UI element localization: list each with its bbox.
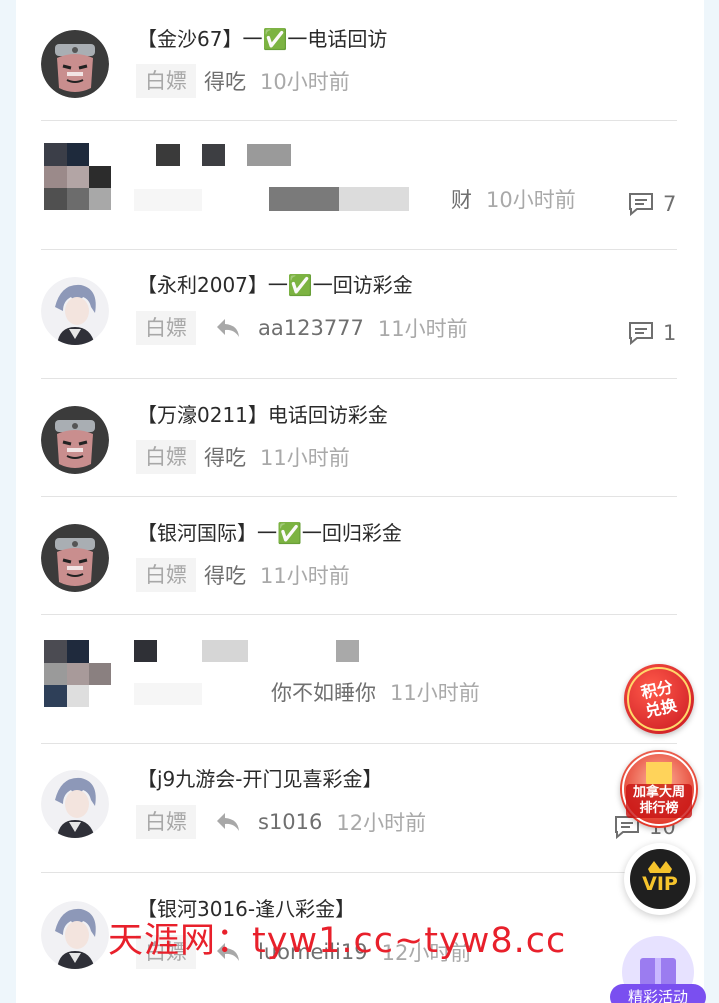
post-author[interactable]: s1016 [258, 810, 322, 834]
post-meta: 白嫖 得吃 11小时前 [136, 439, 350, 475]
post-item[interactable]: 【永利2007】一✅一回访彩金 白嫖 aa123777 11小时前 1 [41, 250, 677, 379]
post-time: 11小时前 [260, 446, 350, 470]
comment-icon [629, 322, 653, 346]
pixelated-avatar[interactable] [41, 143, 113, 211]
post-author[interactable]: 得吃 [204, 66, 246, 96]
pixel-block [44, 188, 67, 210]
comment-count[interactable]: 7 [627, 191, 676, 217]
anime-avatar[interactable] [41, 277, 109, 345]
comment-count[interactable]: 1 [627, 320, 676, 346]
post-title[interactable]: 【永利2007】一✅一回访彩金 [137, 272, 413, 298]
pixel-block [67, 188, 89, 210]
event-button[interactable]: 精彩活动 [610, 936, 706, 1003]
anime-avatar[interactable] [41, 770, 109, 838]
pixel-block [44, 685, 67, 707]
post-feed: 【金沙67】一✅一电话回访 白嫖 得吃 10小时前 财 10小时前 7 【永利2… [0, 0, 719, 1003]
post-title[interactable]: 【金沙67】一✅一电话回访 [137, 26, 387, 52]
pixel-block [67, 166, 89, 188]
comment-icon [629, 193, 653, 217]
post-meta: 财 10小时前 [451, 181, 576, 217]
pixel-block [44, 143, 67, 166]
post-meta: 白嫖 得吃 11小时前 [136, 557, 350, 593]
post-time: 11小时前 [390, 681, 480, 705]
redacted-author [339, 187, 409, 211]
ninja-avatar[interactable] [41, 524, 109, 592]
post-title[interactable]: 【j9九游会-开门见喜彩金】 [137, 766, 383, 792]
pixel-block [67, 640, 89, 663]
ninja-avatar[interactable] [41, 30, 109, 98]
post-author[interactable]: 得吃 [204, 560, 246, 590]
redacted-title [202, 144, 225, 166]
pixel-block [89, 188, 111, 210]
post-time: 10小时前 [260, 70, 350, 94]
vip-button[interactable]: VIP [624, 843, 696, 915]
post-item[interactable]: 【金沙67】一✅一电话回访 白嫖 得吃 10小时前 [41, 0, 677, 121]
pixel-block [67, 663, 89, 685]
redacted-title [134, 640, 157, 662]
post-title[interactable]: 【银河国际】一✅一回归彩金 [137, 520, 402, 546]
redacted-tag [134, 683, 202, 705]
post-time: 12小时前 [336, 811, 427, 835]
post-time: 11小时前 [377, 317, 468, 341]
watermark-url: tyw1.cc~tyw8.cc [252, 921, 567, 961]
pixel-block [44, 166, 67, 188]
reply-icon [217, 319, 239, 337]
site-watermark: 天涯网：tyw1.cc~tyw8.cc [108, 912, 566, 963]
post-author[interactable]: 财 [451, 184, 472, 214]
redacted-title [156, 144, 180, 166]
post-author[interactable]: aa123777 [258, 316, 364, 340]
pixel-block [67, 143, 89, 166]
post-meta: 白嫖 s1016 12小时前 [136, 804, 426, 840]
pixel-block [89, 166, 111, 188]
category-tag[interactable]: 白嫖 [136, 64, 196, 98]
comment-count-label: 7 [663, 192, 677, 216]
ranking-label: 加拿大周排行榜 [626, 784, 692, 818]
post-author[interactable]: 得吃 [204, 442, 246, 472]
points-exchange-button[interactable]: 积分兑换 [624, 664, 694, 734]
ninja-avatar[interactable] [41, 406, 109, 474]
comment-count-label: 1 [663, 321, 677, 345]
redacted-author [269, 187, 339, 211]
post-item[interactable]: 【万濠0211】电话回访彩金 白嫖 得吃 11小时前 [41, 379, 677, 497]
redacted-title [202, 640, 248, 662]
post-time: 11小时前 [260, 564, 350, 588]
redacted-title [336, 640, 359, 662]
pixel-block [89, 663, 111, 685]
pixel-block [44, 663, 67, 685]
post-item[interactable]: 财 10小时前 7 [41, 121, 677, 250]
category-tag[interactable]: 白嫖 [136, 805, 196, 839]
pixel-block [44, 640, 67, 663]
event-label: 精彩活动 [610, 984, 706, 1003]
pixel-block [67, 685, 89, 707]
post-title[interactable]: 【万濠0211】电话回访彩金 [137, 402, 388, 428]
category-tag[interactable]: 白嫖 [136, 558, 196, 592]
redacted-tag [134, 189, 202, 211]
category-tag[interactable]: 白嫖 [136, 311, 196, 345]
watermark-site: 天涯网： [108, 921, 253, 961]
post-item[interactable]: 你不如睡你 11小时前 [41, 615, 677, 744]
redacted-title [247, 144, 291, 166]
vip-label: VIP [642, 873, 678, 895]
post-item[interactable]: 【银河国际】一✅一回归彩金 白嫖 得吃 11小时前 [41, 497, 677, 615]
pixelated-avatar[interactable] [41, 640, 113, 708]
post-author[interactable]: 你不如睡你 [271, 677, 376, 707]
reply-icon [217, 813, 239, 831]
ranking-button[interactable]: 加拿大周排行榜 [620, 750, 698, 828]
post-meta: 白嫖 得吃 10小时前 [136, 63, 350, 99]
anime-avatar[interactable] [41, 901, 109, 969]
category-tag[interactable]: 白嫖 [136, 440, 196, 474]
post-time: 10小时前 [486, 188, 576, 212]
post-meta: 你不如睡你 11小时前 [271, 674, 480, 710]
post-item[interactable]: 【j9九游会-开门见喜彩金】 白嫖 s1016 12小时前 10 [41, 744, 677, 873]
post-meta: 白嫖 aa123777 11小时前 [136, 310, 468, 346]
